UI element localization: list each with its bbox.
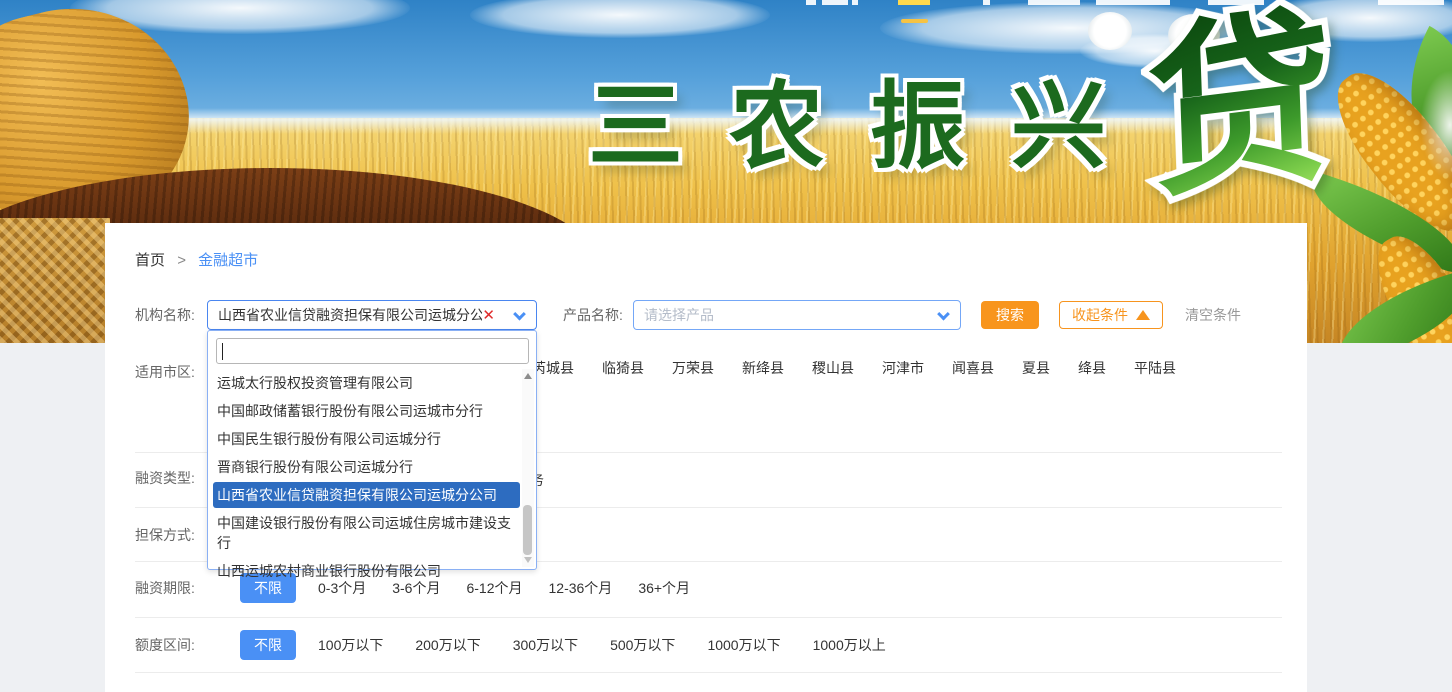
search-button[interactable]: 搜索 bbox=[981, 301, 1039, 329]
product-name-label: 产品名称: bbox=[563, 305, 633, 325]
chevron-down-icon[interactable] bbox=[937, 307, 950, 320]
top-nav-item[interactable] bbox=[1096, 0, 1170, 5]
banner-accent-character: 贷 贷 bbox=[1145, 0, 1371, 242]
region-option[interactable]: 河津市 bbox=[882, 358, 924, 378]
content-panel: 首页 > 金融超市 机构名称: 山西省农业信贷融资担保有限公司运城分公司 ✕ 产… bbox=[105, 223, 1307, 692]
top-nav-item[interactable] bbox=[1028, 0, 1080, 5]
amount-option[interactable]: 300万以下 bbox=[513, 635, 578, 655]
amount-option[interactable]: 200万以下 bbox=[415, 635, 480, 655]
region-options: 芮城县 临猗县 万荣县 新绛县 稷山县 河津市 闻喜县 夏县 绛县 平陆县 bbox=[532, 358, 1176, 378]
dropdown-scrollbar[interactable] bbox=[522, 369, 534, 567]
top-nav-item[interactable] bbox=[983, 0, 990, 5]
org-name-label: 机构名称: bbox=[135, 305, 207, 325]
dropdown-option[interactable]: 运城太行股权投资管理有限公司 bbox=[208, 369, 524, 397]
product-select-placeholder: 请选择产品 bbox=[644, 305, 939, 325]
product-select[interactable]: 请选择产品 bbox=[633, 300, 961, 330]
triangle-up-icon bbox=[1136, 310, 1150, 320]
amount-option-selected[interactable]: 不限 bbox=[240, 630, 296, 660]
top-nav-item-active[interactable] bbox=[898, 0, 930, 5]
top-nav-item[interactable] bbox=[1208, 0, 1264, 5]
dropdown-filter-input[interactable] bbox=[216, 338, 529, 364]
term-option[interactable]: 36+个月 bbox=[638, 578, 690, 598]
dropdown-option[interactable]: 山西运城农村商业银行股份有限公司 bbox=[208, 557, 524, 585]
breadcrumb: 首页 > 金融超市 bbox=[135, 249, 258, 270]
dropdown-option[interactable]: 中国邮政储蓄银行股份有限公司运城市分行 bbox=[208, 397, 524, 425]
org-select-value: 山西省农业信贷融资担保有限公司运城分公司 bbox=[218, 305, 482, 325]
amount-option[interactable]: 100万以下 bbox=[318, 635, 383, 655]
chevron-down-icon[interactable] bbox=[513, 307, 526, 320]
top-nav-item[interactable] bbox=[806, 0, 816, 5]
amount-option[interactable]: 500万以下 bbox=[610, 635, 675, 655]
dropdown-option[interactable]: 中国民生银行股份有限公司运城分行 bbox=[208, 425, 524, 453]
org-select[interactable]: 山西省农业信贷融资担保有限公司运城分公司 ✕ bbox=[207, 300, 537, 330]
scrollbar-thumb[interactable] bbox=[523, 505, 532, 555]
region-option[interactable]: 绛县 bbox=[1078, 358, 1106, 378]
top-nav-item[interactable] bbox=[1378, 0, 1444, 5]
amount-label: 额度区间: bbox=[135, 635, 207, 655]
dropdown-option[interactable]: 晋商银行股份有限公司运城分行 bbox=[208, 453, 524, 481]
region-option[interactable]: 稷山县 bbox=[812, 358, 854, 378]
term-option[interactable]: 12-36个月 bbox=[549, 578, 613, 598]
filter-row-amount: 额度区间: 不限 100万以下 200万以下 300万以下 500万以下 100… bbox=[105, 630, 1307, 660]
dropdown-option[interactable]: 中国建设银行股份有限公司运城住房城市建设支行 bbox=[208, 509, 524, 557]
region-option[interactable]: 临猗县 bbox=[602, 358, 644, 378]
clear-selection-icon[interactable]: ✕ bbox=[482, 308, 495, 323]
amount-option[interactable]: 1000万以下 bbox=[707, 635, 780, 655]
region-option[interactable]: 新绛县 bbox=[742, 358, 784, 378]
collapse-conditions-button[interactable]: 收起条件 bbox=[1059, 301, 1163, 329]
breadcrumb-home-link[interactable]: 首页 bbox=[135, 252, 165, 269]
top-nav-item[interactable] bbox=[852, 0, 858, 5]
amount-options: 100万以下 200万以下 300万以下 500万以下 1000万以下 1000… bbox=[318, 635, 918, 655]
scroll-down-arrow-icon[interactable] bbox=[524, 557, 532, 563]
collapse-button-label: 收起条件 bbox=[1072, 305, 1128, 325]
region-option[interactable]: 夏县 bbox=[1022, 358, 1050, 378]
flower-art bbox=[1088, 12, 1132, 50]
dropdown-option-selected[interactable]: 山西省农业信贷融资担保有限公司运城分公司 bbox=[213, 482, 520, 508]
banner-title: 三农振兴 bbox=[588, 50, 1152, 187]
scroll-up-arrow-icon[interactable] bbox=[524, 373, 532, 379]
top-nav-item[interactable] bbox=[822, 0, 848, 5]
row-divider bbox=[135, 617, 1282, 618]
org-select-dropdown: 运城太行股权投资管理有限公司 中国邮政储蓄银行股份有限公司运城市分行 中国民生银… bbox=[207, 330, 537, 570]
term-label: 融资期限: bbox=[135, 578, 207, 598]
breadcrumb-current[interactable]: 金融超市 bbox=[198, 252, 258, 269]
row-divider bbox=[135, 672, 1282, 673]
finance-type-label: 融资类型: bbox=[135, 468, 207, 488]
region-option[interactable]: 闻喜县 bbox=[952, 358, 994, 378]
region-label: 适用市区: bbox=[135, 362, 207, 382]
text-caret bbox=[222, 343, 223, 360]
amount-option[interactable]: 1000万以上 bbox=[813, 635, 886, 655]
region-option[interactable]: 万荣县 bbox=[672, 358, 714, 378]
region-option[interactable]: 平陆县 bbox=[1134, 358, 1176, 378]
nav-active-underline bbox=[901, 19, 928, 23]
dropdown-option-list: 运城太行股权投资管理有限公司 中国邮政储蓄银行股份有限公司运城市分行 中国民生银… bbox=[208, 369, 524, 585]
cloud-art bbox=[470, 0, 770, 38]
breadcrumb-separator: > bbox=[177, 252, 186, 269]
guarantee-label: 担保方式: bbox=[135, 525, 207, 545]
filter-row-search: 机构名称: 山西省农业信贷融资担保有限公司运城分公司 ✕ 产品名称: 请选择产品… bbox=[105, 300, 1307, 330]
clear-conditions-button[interactable]: 清空条件 bbox=[1185, 305, 1241, 325]
basket-art bbox=[0, 218, 110, 343]
region-option[interactable]: 芮城县 bbox=[532, 358, 574, 378]
